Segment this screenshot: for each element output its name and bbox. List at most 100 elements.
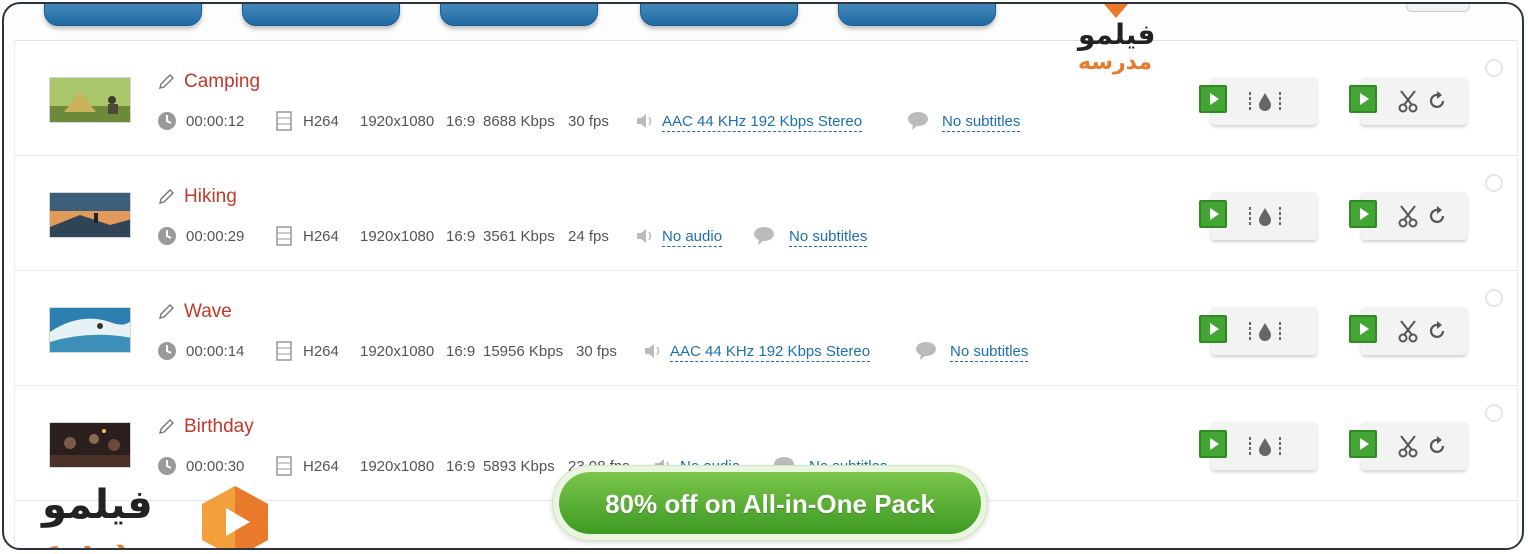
rotate-icon[interactable] (1429, 436, 1447, 456)
toolbar-button-1[interactable] (44, 4, 202, 26)
play-icon[interactable] (1349, 315, 1377, 343)
video-row[interactable]: Hiking 00:00:29 H264 1920x1080 16:9 3561… (15, 156, 1517, 271)
watermark-subtext: مدرسه (1078, 50, 1152, 75)
row-select-checkbox[interactable] (1485, 174, 1503, 192)
film-icon (276, 111, 292, 131)
video-title[interactable]: Camping (184, 71, 260, 93)
frame-rate: 24 fps (568, 228, 609, 245)
play-icon[interactable] (1349, 430, 1377, 458)
bitrate: 15956 Kbps (483, 343, 564, 360)
bitrate: 3561 Kbps (483, 228, 555, 245)
speaker-icon (637, 229, 652, 243)
aspect-ratio: 16:9 (446, 343, 476, 360)
video-title[interactable]: Hiking (184, 186, 237, 208)
video-meta: 00:00:14 H264 1920x1080 16:9 15956 Kbps … (155, 341, 1055, 363)
rotate-icon[interactable] (1429, 321, 1447, 341)
watermark-text: فیلمو (1078, 18, 1156, 51)
row-select-checkbox[interactable] (1485, 404, 1503, 422)
video-meta: 00:00:12 H264 1920x1080 16:9 8688 Kbps 3… (155, 111, 1055, 133)
video-title[interactable]: Wave (184, 301, 232, 323)
audio-track-link[interactable]: No audio (662, 228, 723, 247)
toolbar-button-5[interactable] (838, 4, 996, 26)
watermark-logo-bottom: فیلمو مدرسه (34, 470, 284, 550)
video-row[interactable]: Camping 00:00:12 H264 1920x1080 16:9 868… (15, 41, 1517, 156)
row-select-checkbox[interactable] (1485, 289, 1503, 307)
frame-rate: 30 fps (576, 343, 617, 360)
codec: H264 (303, 228, 339, 245)
watermark-effect-icon (1249, 207, 1281, 226)
bitrate: 5893 Kbps (483, 458, 555, 475)
aspect-ratio: 16:9 (446, 228, 476, 245)
edit-icon[interactable] (157, 418, 175, 436)
film-icon (276, 226, 292, 246)
video-thumbnail[interactable] (49, 422, 131, 468)
duration: 00:00:12 (186, 113, 245, 130)
play-icon[interactable] (1199, 315, 1227, 343)
watermark-subtext: مدرسه (42, 528, 150, 550)
speech-bubble-icon (754, 227, 774, 245)
play-icon[interactable] (1349, 85, 1377, 113)
resolution: 1920x1080 (360, 458, 435, 475)
video-row[interactable]: Wave 00:00:14 H264 1920x1080 16:9 15956 … (15, 271, 1517, 386)
speaker-icon (645, 344, 660, 358)
video-meta: 00:00:29 H264 1920x1080 16:9 3561 Kbps 2… (155, 226, 1055, 248)
video-thumbnail[interactable] (49, 307, 131, 353)
clock-icon (158, 227, 176, 245)
play-icon[interactable] (1199, 430, 1227, 458)
resolution: 1920x1080 (360, 228, 435, 245)
duration: 00:00:29 (186, 228, 245, 245)
play-icon[interactable] (1349, 200, 1377, 228)
frame-rate: 30 fps (568, 113, 609, 130)
toolbar-button-3[interactable] (440, 4, 598, 26)
film-icon (276, 341, 292, 361)
speech-bubble-icon (908, 112, 928, 130)
resolution: 1920x1080 (360, 343, 435, 360)
subtitles-link[interactable]: No subtitles (789, 228, 868, 247)
duration: 00:00:14 (186, 343, 245, 360)
scissors-icon[interactable] (1397, 204, 1421, 228)
codec: H264 (303, 343, 339, 360)
subtitles-link[interactable]: No subtitles (950, 343, 1029, 362)
scissors-icon[interactable] (1397, 319, 1421, 343)
audio-track-link[interactable]: AAC 44 KHz 192 Kbps Stereo (670, 343, 871, 362)
top-right-control[interactable] (1406, 4, 1470, 12)
promo-banner[interactable]: 80% off on All-in-One Pack (552, 465, 988, 541)
edit-icon[interactable] (157, 188, 175, 206)
bitrate: 8688 Kbps (483, 113, 555, 130)
watermark-effect-icon (1249, 437, 1281, 456)
logo-play-icon (202, 486, 268, 548)
watermark-text: فیلمو (42, 482, 153, 528)
play-icon[interactable] (1199, 85, 1227, 113)
subtitles-link[interactable]: No subtitles (942, 113, 1021, 132)
edit-icon[interactable] (157, 73, 175, 91)
edit-icon[interactable] (157, 303, 175, 321)
watermark-logo-top: فیلمو مدرسه (1076, 4, 1172, 82)
watermark-effect-icon (1249, 92, 1281, 111)
video-title[interactable]: Birthday (184, 416, 254, 438)
toolbar-button-2[interactable] (242, 4, 400, 26)
codec: H264 (303, 458, 339, 475)
resolution: 1920x1080 (360, 113, 435, 130)
toolbar-button-4[interactable] (640, 4, 798, 26)
app-window: Camping 00:00:12 H264 1920x1080 16:9 868… (2, 2, 1524, 550)
aspect-ratio: 16:9 (446, 458, 476, 475)
codec: H264 (303, 113, 339, 130)
promo-button[interactable]: 80% off on All-in-One Pack (559, 472, 981, 534)
rotate-icon[interactable] (1429, 91, 1447, 111)
logo-shape-icon (1104, 4, 1128, 18)
clock-icon (158, 112, 176, 130)
scissors-icon[interactable] (1397, 89, 1421, 113)
watermark-effect-icon (1249, 322, 1281, 341)
video-thumbnail[interactable] (49, 77, 131, 123)
rotate-icon[interactable] (1429, 206, 1447, 226)
play-icon[interactable] (1199, 200, 1227, 228)
row-select-checkbox[interactable] (1485, 59, 1503, 77)
aspect-ratio: 16:9 (446, 113, 476, 130)
speech-bubble-icon (916, 342, 936, 360)
speaker-icon (637, 114, 652, 128)
video-thumbnail[interactable] (49, 192, 131, 238)
clock-icon (158, 342, 176, 360)
audio-track-link[interactable]: AAC 44 KHz 192 Kbps Stereo (662, 113, 863, 132)
top-toolbar (4, 4, 1522, 34)
scissors-icon[interactable] (1397, 434, 1421, 458)
